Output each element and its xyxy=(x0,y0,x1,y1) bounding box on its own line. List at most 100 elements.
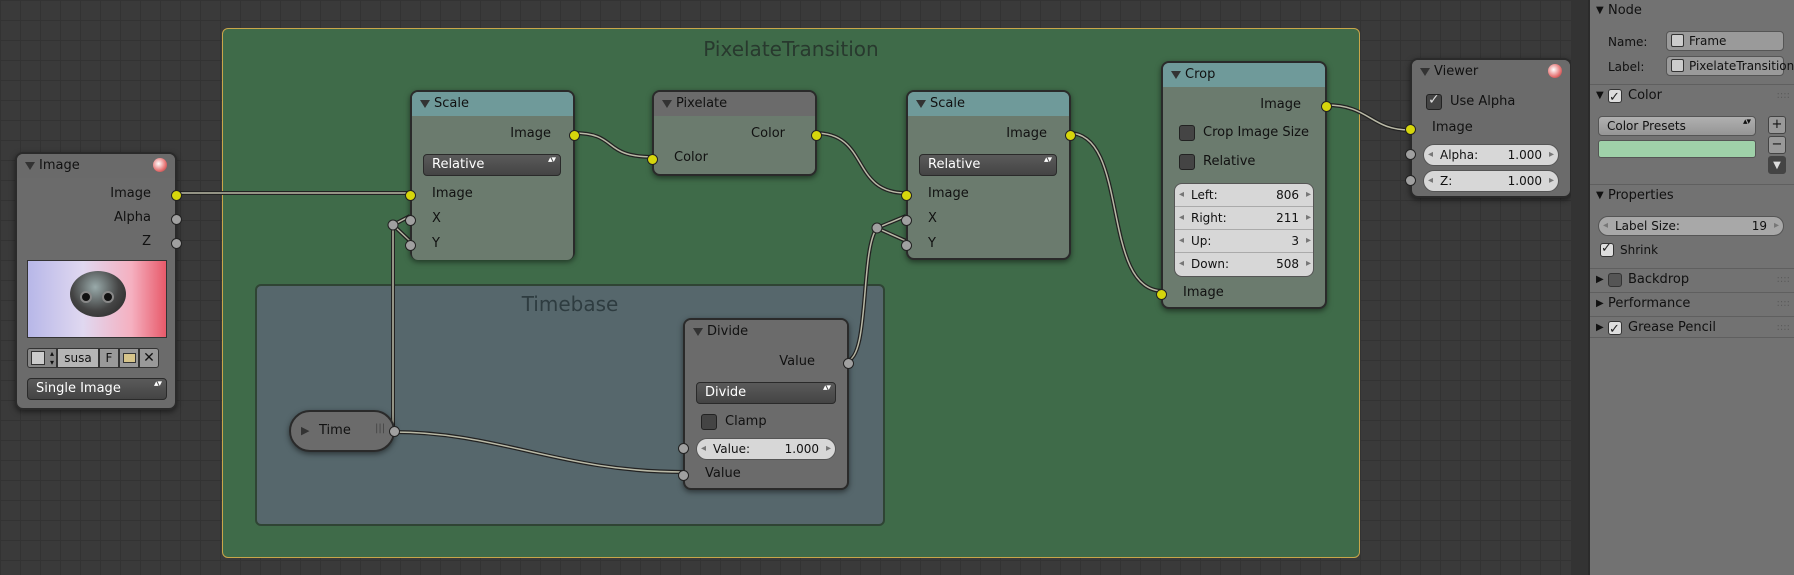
properties-panel-header[interactable]: ▼ Properties xyxy=(1590,184,1794,206)
divide-node[interactable]: Divide Value Divide Clamp Value: 1.000 V… xyxy=(678,318,854,490)
input-label: Image xyxy=(432,186,473,201)
input-socket-x[interactable] xyxy=(901,215,912,226)
output-socket-image[interactable] xyxy=(1321,101,1332,112)
add-preset-button[interactable]: + xyxy=(1768,116,1786,134)
input-socket-image[interactable] xyxy=(901,190,912,201)
color-presets-dropdown[interactable]: Color Presets xyxy=(1598,116,1756,136)
output-label: Z xyxy=(142,234,151,249)
input-label: Y xyxy=(928,236,936,251)
color-panel-header[interactable]: ▼ Color :::: xyxy=(1590,84,1794,109)
node-label-field[interactable]: PixelateTransition xyxy=(1666,56,1794,76)
input-label: Image xyxy=(1432,120,1473,135)
scale-mode-dropdown[interactable]: Relative xyxy=(919,154,1057,176)
node-header[interactable]: Image xyxy=(17,154,175,178)
image-source-dropdown[interactable]: Single Image xyxy=(27,378,167,400)
output-socket-z[interactable] xyxy=(171,238,182,249)
output-socket-image[interactable] xyxy=(171,190,182,201)
grease-pencil-panel-header[interactable]: ▶ Grease Pencil :::: xyxy=(1590,316,1794,341)
clamp-checkbox[interactable] xyxy=(701,414,717,430)
node-editor-canvas[interactable]: PixelateTransition Timebase Image Image … xyxy=(0,0,1588,575)
input-socket-z[interactable] xyxy=(1405,175,1416,186)
use-alpha-checkbox[interactable] xyxy=(1426,92,1442,110)
crop-up-field[interactable]: ◂ Up: 3 ▸ xyxy=(1175,230,1313,253)
crop-right-field[interactable]: ◂ Right: 211 ▸ xyxy=(1175,207,1313,230)
output-socket-image[interactable] xyxy=(569,130,580,141)
scale-node-2[interactable]: Scale Image Relative Image X Y xyxy=(901,90,1076,260)
input-socket-y[interactable] xyxy=(901,240,912,251)
node-header[interactable]: Viewer xyxy=(1412,60,1570,84)
preview-toggle-icon[interactable] xyxy=(1548,64,1562,78)
input-socket-color[interactable] xyxy=(647,154,658,165)
node-header[interactable]: Scale xyxy=(908,92,1069,116)
drag-handle-icon[interactable]: :::: xyxy=(1777,85,1790,107)
backdrop-panel-header[interactable]: ▶ Backdrop :::: xyxy=(1590,268,1794,290)
preview-toggle-icon[interactable] xyxy=(153,158,167,172)
color-swatch[interactable] xyxy=(1598,140,1756,158)
node-title: Time xyxy=(319,423,351,438)
shrink-checkbox[interactable] xyxy=(1600,241,1614,257)
z-field[interactable]: Z: 1.000 xyxy=(1423,170,1559,192)
scale-node-1[interactable]: Scale Image Relative Image X Y xyxy=(405,90,580,260)
remove-preset-button[interactable]: − xyxy=(1768,136,1786,154)
node-header[interactable]: Pixelate xyxy=(654,92,815,116)
time-node[interactable]: ▶ Time ||| xyxy=(289,410,400,452)
expand-arrow-icon: ▶ xyxy=(1596,322,1604,333)
plus-icon: + xyxy=(1771,117,1783,132)
output-socket-value[interactable] xyxy=(843,358,854,369)
fake-user-button[interactable]: F xyxy=(99,348,119,368)
use-color-checkbox[interactable] xyxy=(1608,87,1622,109)
grease-pencil-checkbox[interactable] xyxy=(1608,319,1622,341)
drag-handle-icon[interactable]: :::: xyxy=(1777,269,1790,291)
image-name-field[interactable]: susa xyxy=(57,348,99,368)
performance-panel-header[interactable]: ▶ Performance :::: xyxy=(1590,292,1794,314)
panel-title: Grease Pencil xyxy=(1628,320,1716,335)
collapse-arrow-icon: ▼ xyxy=(1596,90,1604,101)
image-browse-button[interactable]: ▴ ▾ xyxy=(27,348,57,368)
preset-menu-button[interactable]: ▼ xyxy=(1768,156,1786,174)
value-field[interactable]: Value: 1.000 xyxy=(696,438,836,460)
unlink-button[interactable]: ✕ xyxy=(139,348,159,368)
crop-down-field[interactable]: ◂ Down: 508 ▸ xyxy=(1175,253,1313,276)
output-label: Image xyxy=(1006,126,1047,141)
image-node[interactable]: Image Image Alpha Z ▴ ▾ susa F ✕ Single … xyxy=(15,152,182,410)
input-socket-x[interactable] xyxy=(405,215,416,226)
input-socket-image[interactable] xyxy=(1156,289,1167,300)
input-label: Image xyxy=(928,186,969,201)
crop-left-field[interactable]: ◂ Left: 806 ▸ xyxy=(1175,184,1313,207)
relative-checkbox[interactable] xyxy=(1179,154,1195,170)
output-socket-alpha[interactable] xyxy=(171,214,182,225)
input-socket-image[interactable] xyxy=(1405,124,1416,135)
open-folder-button[interactable] xyxy=(119,348,139,368)
expand-arrow-icon[interactable]: ▶ xyxy=(301,424,309,437)
label-size-field[interactable]: Label Size: 19 xyxy=(1598,216,1784,236)
viewer-node[interactable]: Viewer Use Alpha Image Alpha: 1.000 Z: 1… xyxy=(1405,58,1572,198)
input-socket-value-1[interactable] xyxy=(678,443,689,454)
region-divider[interactable] xyxy=(1571,0,1588,575)
scale-mode-dropdown[interactable]: Relative xyxy=(423,154,561,176)
drag-handle-icon[interactable]: :::: xyxy=(1777,293,1790,315)
output-socket-color[interactable] xyxy=(811,130,822,141)
field-label: Down: xyxy=(1191,257,1230,271)
node-title: Pixelate xyxy=(676,96,728,111)
pixelate-node[interactable]: Pixelate Color Color xyxy=(647,90,822,176)
backdrop-checkbox[interactable] xyxy=(1608,273,1622,287)
drag-handle-icon[interactable]: :::: xyxy=(1777,317,1790,339)
field-label: Z: xyxy=(1440,174,1453,188)
input-socket-value-2[interactable] xyxy=(678,470,689,481)
input-socket-y[interactable] xyxy=(405,240,416,251)
crop-node[interactable]: Crop Image Crop Image Size Relative ◂ Le… xyxy=(1156,61,1332,309)
alpha-field[interactable]: Alpha: 1.000 xyxy=(1423,144,1559,166)
output-label: Image xyxy=(510,126,551,141)
node-panel-header[interactable]: ▼ Node xyxy=(1590,0,1794,22)
node-name-field[interactable]: Frame xyxy=(1666,31,1784,51)
input-socket-image[interactable] xyxy=(405,190,416,201)
crop-image-size-checkbox[interactable] xyxy=(1179,125,1195,141)
output-socket-image[interactable] xyxy=(1065,130,1076,141)
grip-icon: ||| xyxy=(375,423,386,434)
output-socket-time[interactable] xyxy=(389,426,400,437)
node-header[interactable]: Divide xyxy=(685,320,847,344)
node-header[interactable]: Scale xyxy=(412,92,573,116)
input-socket-alpha[interactable] xyxy=(1405,149,1416,160)
math-operation-dropdown[interactable]: Divide xyxy=(696,382,836,404)
node-header[interactable]: Crop xyxy=(1163,63,1325,87)
